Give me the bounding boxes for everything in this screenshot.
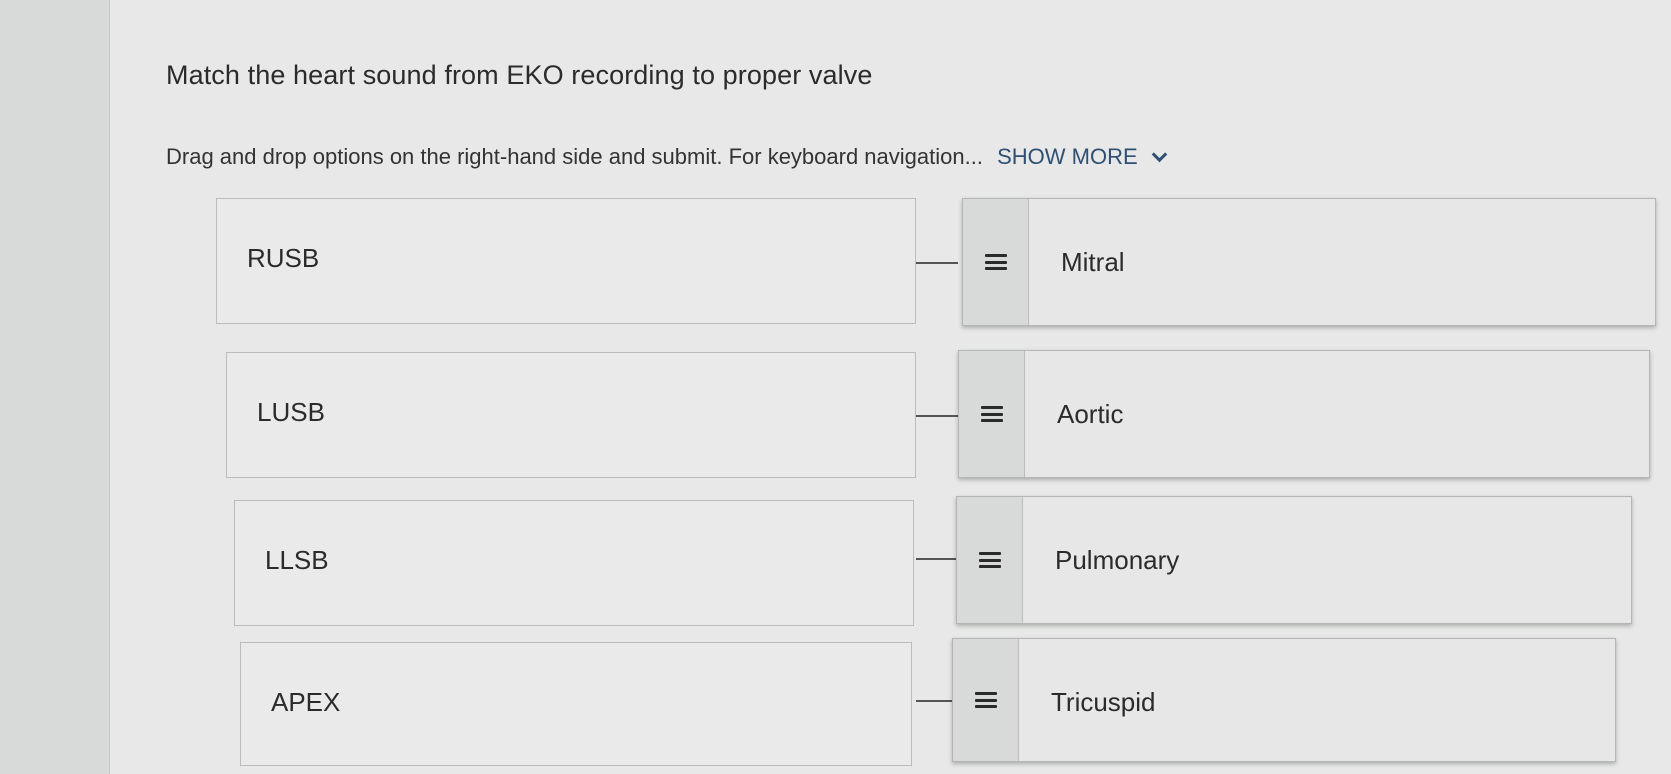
answer-label: Tricuspid <box>1051 687 1156 717</box>
prompt-label: LUSB <box>257 397 325 427</box>
prompt-label: LLSB <box>265 545 329 575</box>
drag-handle[interactable] <box>957 497 1023 623</box>
show-more-link[interactable]: SHOW MORE <box>997 144 1168 169</box>
prompt-label: APEX <box>271 687 341 717</box>
drag-handle-icon <box>974 692 997 708</box>
show-more-label: SHOW MORE <box>997 144 1138 169</box>
drag-handle[interactable] <box>963 199 1029 325</box>
question-title: Match the heart sound from EKO recording… <box>166 60 873 90</box>
drag-handle[interactable] <box>953 639 1019 761</box>
instructions: Drag and drop options on the right-hand … <box>166 144 1168 170</box>
answer-option-mitral[interactable]: Mitral <box>962 198 1656 326</box>
answer-option-pulmonary[interactable]: Pulmonary <box>956 496 1632 624</box>
prompt-label: RUSB <box>247 243 320 273</box>
drag-handle[interactable] <box>959 351 1025 477</box>
answer-label: Pulmonary <box>1055 545 1180 575</box>
prompt-slot-lusb[interactable]: LUSB <box>226 352 916 478</box>
drag-handle-icon <box>978 552 1001 568</box>
prompt-slot-rusb[interactable]: RUSB <box>216 198 916 324</box>
prompt-slot-apex[interactable]: APEX <box>240 642 912 766</box>
drag-handle-icon <box>984 254 1007 270</box>
answer-label: Aortic <box>1057 399 1124 429</box>
answer-label: Mitral <box>1061 247 1125 277</box>
answer-option-aortic[interactable]: Aortic <box>958 350 1650 478</box>
connector-line <box>916 558 958 560</box>
prompt-slot-llsb[interactable]: LLSB <box>234 500 914 626</box>
chevron-down-icon <box>1151 146 1168 163</box>
left-margin <box>0 0 110 774</box>
connector-line <box>916 415 958 417</box>
connector-line <box>916 262 958 264</box>
answer-option-tricuspid[interactable]: Tricuspid <box>952 638 1616 762</box>
drag-handle-icon <box>980 406 1003 422</box>
instructions-text: Drag and drop options on the right-hand … <box>166 144 983 169</box>
